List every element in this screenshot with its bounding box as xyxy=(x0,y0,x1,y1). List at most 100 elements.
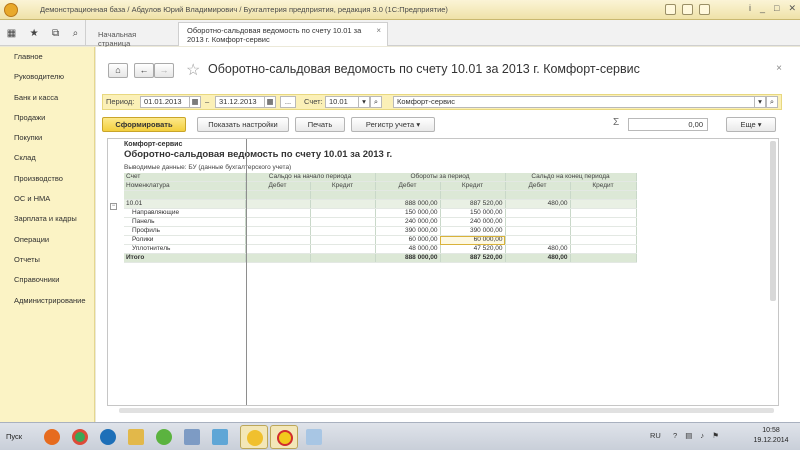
collapse-group-icon[interactable]: − xyxy=(110,203,117,210)
turnover-credit-cell: 887 520,00 xyxy=(440,253,506,264)
table-row[interactable]: Уплотнитель 48 000,00 47 520,00 480,00 xyxy=(124,244,637,255)
maximize-button[interactable]: □ xyxy=(774,3,779,14)
info-icon[interactable]: i xyxy=(749,3,751,14)
taskbar-chrome[interactable] xyxy=(66,425,94,449)
taskbar-torrent[interactable] xyxy=(150,425,178,449)
table-row[interactable]: Направляющие 150 000,00 150 000,00 xyxy=(124,208,637,219)
tab-report-label: Оборотно-сальдовая ведомость по счету 10… xyxy=(187,26,362,44)
close-button[interactable]: ✕ xyxy=(788,3,796,14)
search-icon[interactable]: ⌕ xyxy=(73,28,79,39)
minimize-button[interactable]: _ xyxy=(760,3,765,14)
favorite-star-icon[interactable]: ☆ xyxy=(186,60,200,80)
help-icon[interactable]: ? xyxy=(673,431,677,440)
turnover-debit-cell: 888 000,00 xyxy=(375,253,441,264)
table-row-total[interactable]: Итого 888 000,00 887 520,00 480,00 xyxy=(124,253,637,264)
date-from-field[interactable]: 01.01.2013 xyxy=(140,96,190,108)
row-name: Профиль xyxy=(124,226,246,237)
favorites-star-icon[interactable]: ★ xyxy=(30,28,39,39)
taskbar-1c-config[interactable] xyxy=(240,425,268,449)
sidebar-item-sales[interactable]: Продажи xyxy=(0,108,94,128)
grid-menu-icon[interactable]: ▦ xyxy=(7,28,16,39)
flag-icon[interactable]: ⚑ xyxy=(712,431,719,440)
sidebar-item-administration[interactable]: Администрирование xyxy=(0,291,94,311)
volume-icon[interactable]: ♪ xyxy=(700,431,704,440)
col-account: Счет xyxy=(124,173,246,183)
report-organization: Комфорт-сервис xyxy=(124,141,183,148)
sidebar-item-bank[interactable]: Банк и касса xyxy=(0,88,94,108)
back-button[interactable]: ← xyxy=(134,63,154,78)
sidebar-item-main[interactable]: Главное xyxy=(0,47,94,67)
turnover-credit-cell: 47 520,00 xyxy=(440,244,506,255)
clock[interactable]: 10:58 19.12.2014 xyxy=(750,426,792,446)
generate-button[interactable]: Сформировать xyxy=(102,117,186,132)
report-title: Оборотно-сальдовая ведомость по счету 10… xyxy=(124,149,393,160)
date-to-field[interactable]: 31.12.2013 xyxy=(215,96,265,108)
taskbar-app[interactable] xyxy=(206,425,234,449)
folder-icon xyxy=(128,429,144,445)
taskbar-1c[interactable] xyxy=(270,425,298,449)
row-name: Направляющие xyxy=(124,208,246,219)
title-toolbar xyxy=(665,4,710,15)
start-button[interactable]: Пуск xyxy=(2,427,34,447)
hp-icon xyxy=(100,429,116,445)
taskbar-tool[interactable] xyxy=(178,425,206,449)
calculator-icon[interactable] xyxy=(682,4,693,15)
home-button[interactable]: ⌂ xyxy=(108,63,128,78)
organization-dropdown-icon[interactable]: ▾ xyxy=(754,96,766,108)
sidebar-item-payroll[interactable]: Зарплата и кадры xyxy=(0,209,94,229)
print-button[interactable]: Печать xyxy=(295,117,345,132)
tab-report[interactable]: Оборотно-сальдовая ведомость по счету 10… xyxy=(178,22,388,46)
sidebar-item-production[interactable]: Производство xyxy=(0,169,94,189)
table-row-account[interactable]: 10.01 888 000,00 887 520,00 480,00 xyxy=(124,199,637,210)
form-close-icon[interactable]: × xyxy=(776,63,782,74)
window-title: Демонстрационная база / Абдулов Юрий Вла… xyxy=(40,5,448,14)
col-turnover-debit: Дебет xyxy=(375,181,441,192)
clock-time: 10:58 xyxy=(762,427,780,434)
table-row[interactable]: Панель 240 000,00 240 000,00 xyxy=(124,217,637,228)
report-spreadsheet[interactable]: Комфорт-сервис Оборотно-сальдовая ведомо… xyxy=(107,138,779,406)
account-field[interactable]: 10.01 xyxy=(325,96,359,108)
sidebar-item-operations[interactable]: Операции xyxy=(0,230,94,250)
sidebar-item-assets[interactable]: ОС и НМА xyxy=(0,189,94,209)
column-split-line xyxy=(246,139,247,405)
sections-sidebar: Главное Руководителю Банк и касса Продаж… xyxy=(0,47,95,422)
history-icon[interactable]: ⧉ xyxy=(52,28,59,39)
vertical-scrollbar[interactable] xyxy=(770,141,776,301)
choose-period-button[interactable]: ... xyxy=(280,96,296,108)
table-row[interactable]: Профиль 390 000,00 390 000,00 xyxy=(124,226,637,237)
language-indicator[interactable]: RU xyxy=(650,431,661,440)
section-tools: ▦ ★ ⧉ ⌕ xyxy=(0,20,86,46)
show-settings-button[interactable]: Показать настройки xyxy=(197,117,289,132)
sidebar-item-directories[interactable]: Справочники xyxy=(0,270,94,290)
turnover-credit-cell: 240 000,00 xyxy=(440,217,506,228)
account-open-icon[interactable]: ⌕ xyxy=(370,96,382,108)
notification-icon[interactable] xyxy=(699,4,710,15)
report-source: Выводимые данные: БУ (данные бухгалтерск… xyxy=(124,164,292,171)
organization-field[interactable]: Комфорт-сервис xyxy=(393,96,755,108)
sidebar-item-warehouse[interactable]: Склад xyxy=(0,148,94,168)
taskbar-explorer[interactable] xyxy=(122,425,150,449)
sidebar-item-reports[interactable]: Отчеты xyxy=(0,250,94,270)
date-to-calendar-icon[interactable]: ▦ xyxy=(264,96,276,108)
sidebar-item-purchases[interactable]: Покупки xyxy=(0,128,94,148)
tab-bar: ▦ ★ ⧉ ⌕ Начальная страница Оборотно-саль… xyxy=(0,20,800,48)
network-icon[interactable]: ▤ xyxy=(685,431,692,440)
account-register-button[interactable]: Регистр учета ▾ xyxy=(351,117,435,132)
account-dropdown-icon[interactable]: ▾ xyxy=(358,96,370,108)
tab-close-icon[interactable]: × xyxy=(376,26,381,35)
page-title: Оборотно-сальдовая ведомость по счету 10… xyxy=(208,62,640,76)
forward-button[interactable]: → xyxy=(154,63,174,78)
organization-open-icon[interactable]: ⌕ xyxy=(766,96,778,108)
sidebar-item-manager[interactable]: Руководителю xyxy=(0,67,94,87)
date-from-calendar-icon[interactable]: ▦ xyxy=(189,96,201,108)
horizontal-scrollbar[interactable] xyxy=(119,408,774,413)
taskbar-paint[interactable] xyxy=(300,425,328,449)
table-row[interactable]: Ролики 60 000,00 60 000,00 xyxy=(124,235,637,246)
selected-cell[interactable]: 60 000,00 xyxy=(440,235,506,246)
taskbar-hp[interactable] xyxy=(94,425,122,449)
row-name: Ролики xyxy=(124,235,246,246)
taskbar-firefox[interactable] xyxy=(38,425,66,449)
more-button[interactable]: Еще ▾ xyxy=(726,117,776,132)
report-form: ⌂ ← → ☆ Оборотно-сальдовая ведомость по … xyxy=(96,47,800,422)
calendar-icon[interactable] xyxy=(665,4,676,15)
